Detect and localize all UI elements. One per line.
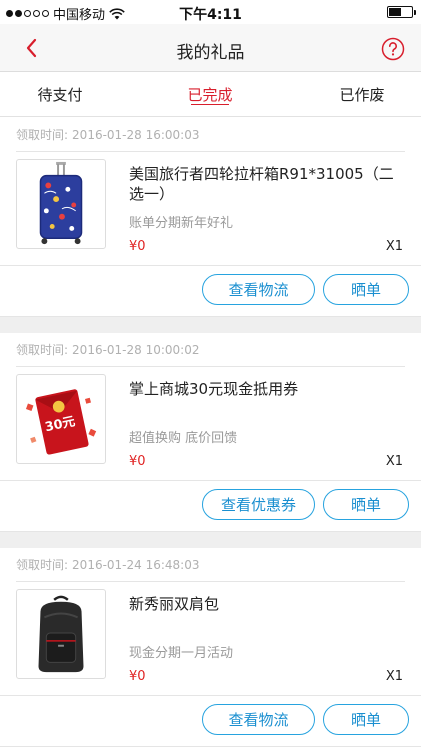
active-tab-indicator [191,104,229,105]
question-circle-icon[interactable] [381,37,405,61]
order-card: 领取时间: 2016-01-28 16:00:03 美国旅行者四轮拉杆箱R91*… [0,118,421,317]
claim-time: 领取时间: 2016-01-24 16:48:03 [16,556,200,573]
claim-time-label: 领取时间: [16,343,69,357]
red-envelope-icon: 30元 [25,389,97,455]
product-image-red-envelope[interactable]: 30元 [16,374,106,464]
backpack-icon [38,595,84,673]
tab-completed[interactable]: 已完成 [170,73,250,117]
product-quantity: X1 [385,239,403,254]
tab-pending-payment[interactable]: 待支付 [20,73,100,117]
product-quantity: X1 [385,454,403,469]
nav-bar: 我的礼品 [0,24,421,72]
tab-voided[interactable]: 已作废 [322,73,402,117]
battery-icon [387,6,416,18]
page-title: 我的礼品 [176,43,245,63]
product-image-suitcase[interactable] [16,159,106,249]
claim-time: 领取时间: 2016-01-28 16:00:03 [16,126,200,143]
product-price: ¥0 [129,669,146,684]
divider [16,366,405,367]
view-coupon-button[interactable]: 查看优惠券 [202,489,315,520]
claim-time-value: 2016-01-24 16:48:03 [72,558,200,572]
divider [16,151,405,152]
product-quantity: X1 [385,669,403,684]
section-gap [0,532,421,548]
product-name[interactable]: 掌上商城30元现金抵用券 [129,379,401,399]
product-price: ¥0 [129,239,146,254]
product-price: ¥0 [129,454,146,469]
claim-time: 领取时间: 2016-01-28 10:00:02 [16,341,200,358]
section-gap [0,317,421,333]
product-name[interactable]: 新秀丽双肩包 [129,594,401,614]
order-card: 领取时间: 2016-01-28 10:00:02 30元 掌上商城30元现金抵用… [0,333,421,532]
status-time: 下午4:11 [179,7,242,23]
claim-time-value: 2016-01-28 10:00:02 [72,343,200,357]
claim-time-value: 2016-01-28 16:00:03 [72,128,200,142]
divider [0,480,421,481]
product-subtitle: 现金分期一月活动 [129,646,234,661]
share-order-button[interactable]: 晒单 [323,274,409,305]
tab-bar: 待支付 已完成 已作废 [0,73,421,117]
claim-time-label: 领取时间: [16,558,69,572]
product-image-backpack[interactable] [16,589,106,679]
divider [0,695,421,696]
battery-level [389,8,401,16]
share-order-button[interactable]: 晒单 [323,489,409,520]
view-logistics-button[interactable]: 查看物流 [202,274,315,305]
tab-completed-label: 已完成 [187,86,233,104]
product-name[interactable]: 美国旅行者四轮拉杆箱R91*31005（二选一） [129,164,401,204]
share-order-button[interactable]: 晒单 [323,704,409,735]
product-subtitle: 超值换购 底价回馈 [129,431,238,446]
order-list: 领取时间: 2016-01-28 16:00:03 美国旅行者四轮拉杆箱R91*… [0,118,421,747]
status-bar: 中国移动 下午4:11 [0,0,421,24]
divider [0,265,421,266]
suitcase-icon [39,161,83,245]
view-logistics-button[interactable]: 查看物流 [202,704,315,735]
claim-time-label: 领取时间: [16,128,69,142]
divider [16,581,405,582]
order-card: 领取时间: 2016-01-24 16:48:03 新秀丽双肩包 现金分期一月活动… [0,548,421,747]
product-subtitle: 账单分期新年好礼 [129,216,234,231]
